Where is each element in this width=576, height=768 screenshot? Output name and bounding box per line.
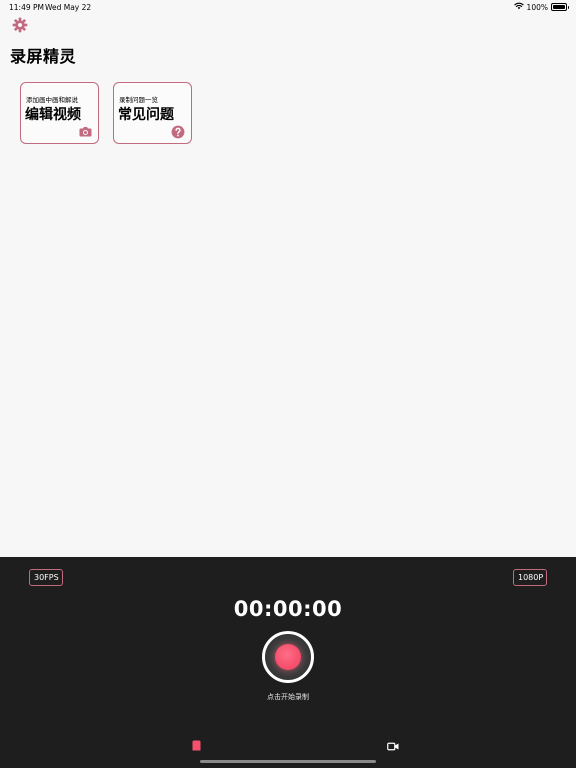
record-tab-icon [192, 736, 201, 755]
question-icon [171, 125, 185, 138]
tab-record[interactable] [188, 738, 204, 752]
faq-card[interactable]: 录制问题一览 常见问题 [113, 82, 192, 144]
card-subtitle: 添加画中画和解说 [26, 96, 78, 104]
gear-icon [12, 17, 28, 37]
app-title: 录屏精灵 [10, 47, 77, 66]
resolution-badge[interactable]: 1080P [513, 569, 547, 586]
status-bar: 11:49 PM Wed May 22 100% [0, 0, 576, 14]
status-date: Wed May 22 [45, 3, 92, 12]
settings-button[interactable] [12, 17, 28, 37]
home-indicator [200, 760, 376, 763]
record-hint: 点击开始录制 [267, 693, 309, 701]
card-subtitle: 录制问题一览 [119, 96, 158, 104]
status-indicators: 100% [513, 2, 569, 12]
camera-icon [78, 125, 92, 138]
battery-fill [553, 5, 565, 9]
tab-videos[interactable] [385, 738, 401, 752]
battery-icon [551, 3, 569, 11]
wifi-icon [513, 2, 524, 12]
recorder-panel: 30FPS 1080P 00:00:00 点击开始录制 [0, 557, 576, 768]
video-camera-icon [387, 736, 399, 755]
record-dot-icon [275, 644, 301, 670]
edit-video-card[interactable]: 添加画中画和解说 编辑视频 [20, 82, 99, 144]
recording-timer: 00:00:00 [233, 597, 343, 621]
record-button[interactable] [262, 631, 314, 683]
card-title: 编辑视频 [25, 107, 81, 123]
battery-percent: 100% [526, 2, 548, 12]
card-title: 常见问题 [118, 107, 174, 123]
status-time: 11:49 PM [9, 3, 44, 12]
fps-badge[interactable]: 30FPS [29, 569, 63, 586]
